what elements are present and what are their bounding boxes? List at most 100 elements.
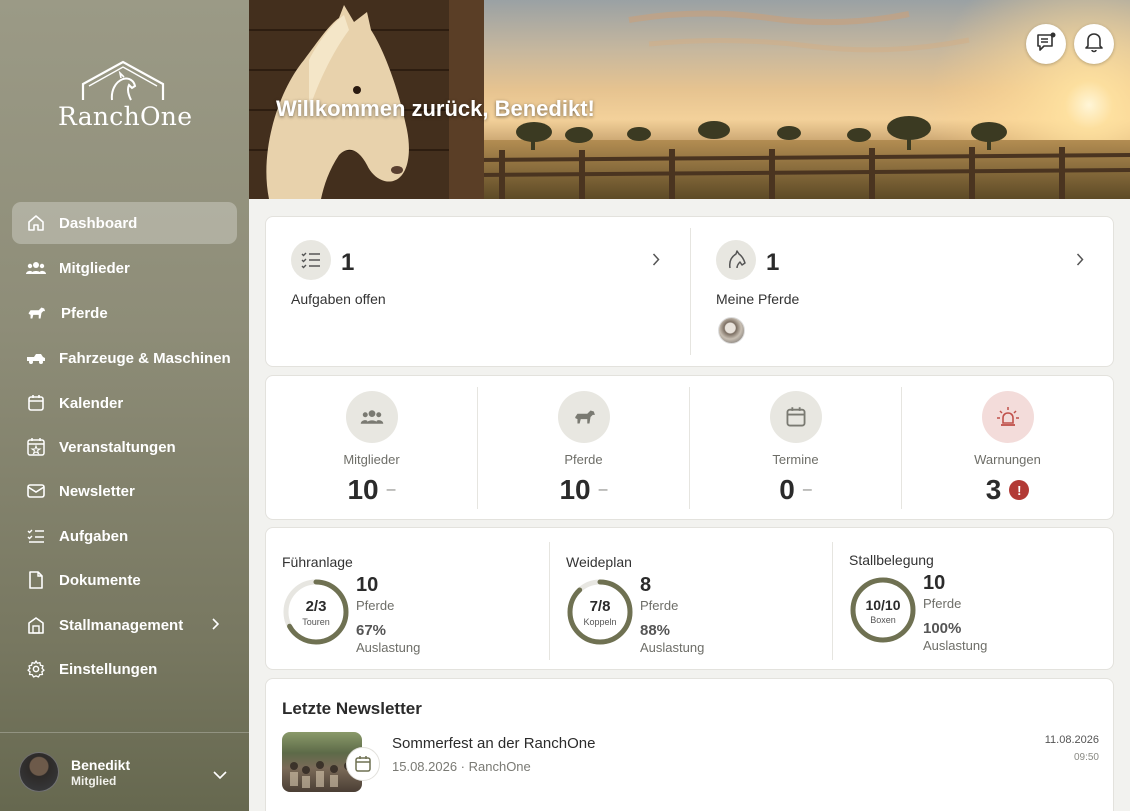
sidebar-item-einstellungen[interactable]: Einstellungen [12, 648, 237, 690]
newsletter-date: 11.08.2026 [1044, 734, 1099, 746]
user-role: Mitglied [71, 773, 117, 788]
ring-value: 7/8 [589, 598, 611, 615]
stat-pferde[interactable]: Pferde 10– [478, 376, 689, 521]
chevron-down-icon[interactable] [213, 767, 227, 785]
siren-icon [982, 391, 1034, 443]
sidebar-item-pferde[interactable]: Pferde [12, 292, 237, 334]
stat-mitglieder[interactable]: Mitglieder 10– [266, 376, 477, 521]
stat-trend: – [386, 481, 396, 498]
capacity-unit: Pferde [923, 596, 962, 611]
stat-trend: – [802, 481, 812, 498]
my-horses-label: Meine Pferde [716, 291, 800, 307]
newsletter-title: Sommerfest an der RanchOne [392, 735, 596, 752]
sidebar-item-label: Stallmanagement [59, 616, 184, 634]
stat-value: 10 [347, 474, 379, 505]
messages-button[interactable] [1026, 24, 1066, 64]
sidebar-item-label: Newsletter [59, 482, 135, 500]
horse-avatar[interactable] [718, 317, 745, 344]
capacity-unit: Pferde [356, 598, 395, 613]
my-horses-count: 1 [766, 249, 780, 276]
stat-value: 3 [985, 474, 1002, 505]
mail-icon [26, 481, 46, 501]
sidebar-item-label: Fahrzeuge & Maschinen [59, 349, 231, 367]
ring-unit: Touren [302, 617, 330, 627]
sidebar-item-dokumente[interactable]: Dokumente [12, 559, 237, 601]
progress-ring: 2/3 Touren [282, 578, 350, 646]
chevron-right-icon [652, 253, 660, 271]
capacity-title: Weideplan [566, 554, 632, 570]
capacity-card: Führanlage 2/3 Touren 10 Pferde 67% Ausl… [265, 527, 1114, 670]
users-icon [26, 258, 46, 278]
capacity-stallbelegung[interactable]: Stallbelegung 10/10 Boxen 10 Pferde 100%… [833, 528, 1116, 671]
stat-label: Mitglieder [343, 452, 400, 467]
sidebar-item-fahrzeuge[interactable]: Fahrzeuge & Maschinen [12, 337, 237, 379]
capacity-percent: 67% [356, 622, 387, 639]
capacity-fuehranlage[interactable]: Führanlage 2/3 Touren 10 Pferde 67% Ausl… [266, 528, 549, 671]
sidebar-item-label: Aufgaben [59, 527, 129, 545]
truck-icon [26, 348, 46, 368]
checklist-icon [26, 526, 46, 546]
stat-trend: – [598, 481, 608, 498]
checklist-icon [291, 240, 331, 280]
capacity-percent-label: Auslastung [356, 640, 421, 655]
capacity-count: 10 [356, 574, 379, 596]
stat-value: 0 [779, 474, 795, 505]
my-horses-tile[interactable]: 1 Meine Pferde [691, 217, 1114, 368]
sidebar-item-mitglieder[interactable]: Mitglieder [12, 247, 237, 289]
capacity-unit: Pferde [640, 598, 679, 613]
sidebar-item-label: Dashboard [59, 214, 138, 232]
ring-value: 2/3 [305, 598, 327, 615]
sidebar-item-label: Mitglieder [59, 259, 130, 277]
stat-value: 10 [559, 474, 591, 505]
calendar-icon [346, 747, 380, 781]
sidebar-item-label: Kalender [59, 394, 124, 412]
horse-icon [26, 303, 46, 323]
sidebar-item-label: Einstellungen [59, 660, 158, 678]
stats-card: Mitglieder 10– Pferde 10– Termine 0– War… [265, 375, 1114, 520]
sidebar-item-label: Dokumente [59, 571, 141, 589]
sidebar-item-newsletter[interactable]: Newsletter [12, 470, 237, 512]
sidebar-item-aufgaben[interactable]: Aufgaben [12, 515, 237, 557]
chevron-right-icon [1076, 253, 1084, 271]
hero-banner: Willkommen zurück, Benedikt! [249, 0, 1130, 199]
home-icon [26, 213, 46, 233]
user-menu[interactable]: Benedikt Mitglied [0, 732, 249, 811]
sidebar-item-kalender[interactable]: Kalender [12, 382, 237, 424]
open-tasks-label: Aufgaben offen [291, 291, 386, 307]
avatar [19, 752, 59, 792]
newsletter-time: 09:50 [1073, 752, 1099, 763]
document-icon [26, 570, 46, 590]
sidebar-item-label: Veranstaltungen [59, 438, 176, 456]
stat-label: Warnungen [974, 452, 1041, 467]
capacity-weideplan[interactable]: Weideplan 7/8 Koppeln 8 Pferde 88% Ausla… [550, 528, 833, 671]
notifications-button[interactable] [1074, 24, 1114, 64]
capacity-title: Stallbelegung [849, 552, 934, 568]
progress-ring: 7/8 Koppeln [566, 578, 634, 646]
horse-icon [558, 391, 610, 443]
ring-unit: Boxen [870, 615, 896, 625]
capacity-title: Führanlage [282, 554, 353, 570]
stat-label: Termine [772, 452, 819, 467]
newsletter-card: Letzte Newsletter Sommerfest an der Ranc… [265, 678, 1114, 811]
sidebar-item-stallmanagement[interactable]: Stallmanagement [12, 604, 237, 646]
stat-termine[interactable]: Termine 0– [690, 376, 901, 521]
open-tasks-count: 1 [341, 249, 355, 276]
users-icon [346, 391, 398, 443]
stat-label: Pferde [564, 452, 603, 467]
logo[interactable]: RanchOne [58, 58, 192, 138]
sidebar-item-veranstaltungen[interactable]: Veranstaltungen [12, 426, 237, 468]
alert-icon: ! [1009, 480, 1030, 500]
open-tasks-tile[interactable]: 1 Aufgaben offen [266, 217, 690, 368]
stat-warnungen[interactable]: Warnungen 3! [902, 376, 1113, 521]
capacity-percent-label: Auslastung [640, 640, 705, 655]
sidebar-item-label: Pferde [61, 304, 108, 322]
capacity-count: 8 [640, 574, 652, 596]
sidebar-item-dashboard[interactable]: Dashboard [12, 202, 237, 244]
chat-notes-icon [1035, 31, 1057, 58]
barn-icon [26, 615, 46, 635]
calendar-icon [770, 391, 822, 443]
newsletter-item[interactable]: Sommerfest an der RanchOne 15.08.2026 · … [266, 729, 1115, 799]
ring-value: 10/10 [865, 597, 901, 613]
progress-ring: 10/10 Boxen [849, 576, 917, 644]
summary-card: 1 Aufgaben offen 1 Meine Pferde [265, 216, 1114, 367]
